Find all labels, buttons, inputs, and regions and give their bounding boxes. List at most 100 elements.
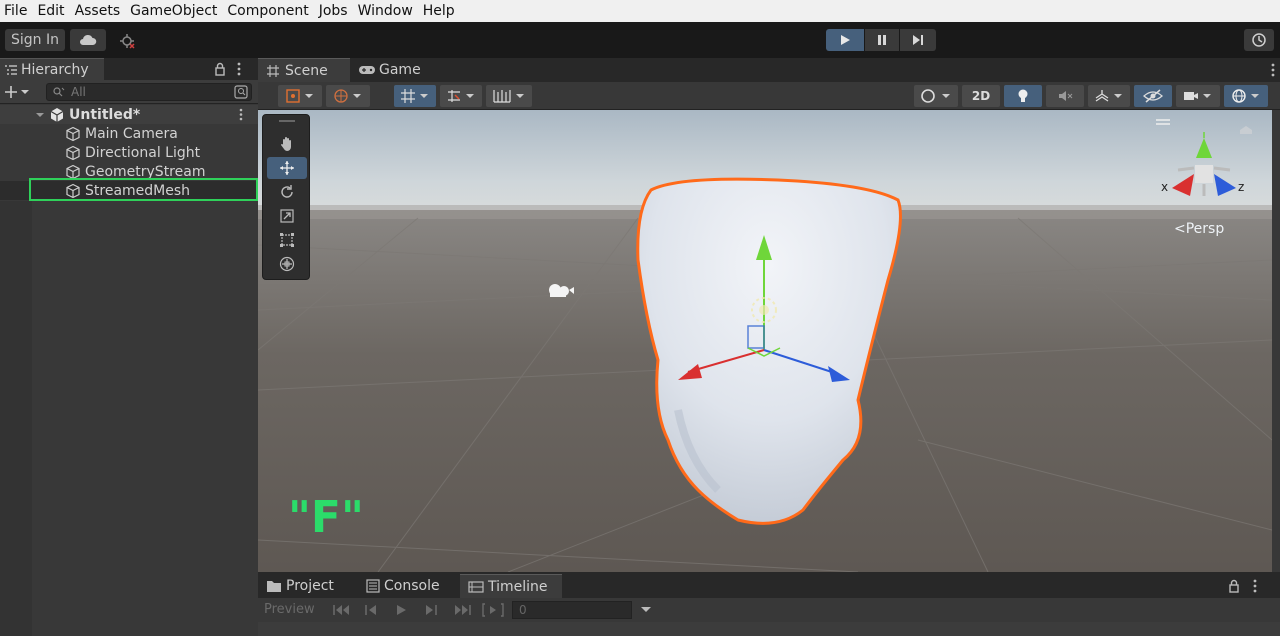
hierarchy-panel: Hierarchy All Untitled* Main Camera Dire… — [0, 58, 258, 636]
menu-edit[interactable]: Edit — [32, 0, 69, 22]
grid-snap-toggle[interactable] — [394, 85, 436, 107]
menu-component[interactable]: Component — [222, 0, 313, 22]
cloud-icon — [80, 34, 97, 45]
gameobject-cube-icon — [66, 145, 80, 160]
menu-window[interactable]: Window — [353, 0, 418, 22]
tab-console-label: Console — [384, 578, 440, 594]
pause-icon — [878, 35, 886, 45]
scene-name: Untitled* — [69, 106, 141, 123]
axis-z-label: z — [1238, 180, 1245, 194]
tool-handle-dropdown[interactable] — [278, 85, 322, 107]
step-button[interactable] — [900, 29, 936, 51]
rect-tool-button[interactable] — [267, 229, 307, 251]
lock-icon[interactable] — [214, 62, 226, 80]
camera-dropdown[interactable] — [1176, 85, 1220, 107]
pause-button[interactable] — [865, 29, 899, 51]
search-icon — [53, 87, 65, 97]
kebab-menu-icon[interactable] — [238, 107, 244, 122]
tab-game[interactable]: Game — [358, 58, 428, 82]
ruler-icon — [493, 90, 524, 103]
audio-toggle[interactable] — [1046, 85, 1084, 107]
next-frame-icon[interactable] — [424, 603, 438, 617]
plus-icon — [5, 86, 29, 98]
move-tool-button[interactable] — [267, 157, 307, 179]
lighting-toggle[interactable] — [1004, 85, 1042, 107]
axis-x-label: x — [1161, 180, 1169, 194]
prev-frame-icon[interactable] — [364, 603, 378, 617]
gizmos-dropdown[interactable] — [1224, 85, 1268, 107]
globe-icon — [334, 89, 361, 103]
transform-tool-button[interactable] — [267, 253, 307, 275]
lock-icon[interactable] — [1228, 579, 1240, 597]
effects-dropdown[interactable] — [1088, 85, 1130, 107]
last-frame-icon[interactable] — [452, 603, 472, 617]
menu-jobs[interactable]: Jobs — [314, 0, 353, 22]
gizmo-globe-icon — [1232, 89, 1259, 103]
scale-tool-button[interactable] — [267, 205, 307, 227]
history-button[interactable] — [1244, 29, 1274, 51]
chevron-down-icon[interactable] — [640, 606, 652, 614]
ruler-dropdown[interactable] — [486, 85, 532, 107]
highlight-box — [29, 178, 258, 201]
item-label: Main Camera — [85, 125, 178, 142]
play-icon — [841, 35, 850, 45]
hierarchy-item-directional-light[interactable]: Directional Light — [0, 143, 258, 162]
timeline-icon — [468, 580, 484, 593]
menu-file[interactable]: File — [0, 0, 32, 22]
kebab-menu-icon[interactable] — [1252, 578, 1258, 598]
perspective-label[interactable]: <Persp — [1174, 221, 1224, 237]
scene-visibility-toggle[interactable] — [1134, 85, 1172, 107]
hierarchy-item-main-camera[interactable]: Main Camera — [0, 124, 258, 143]
scene-render — [258, 110, 1272, 572]
search-scope-icon[interactable] — [234, 85, 248, 103]
hand-icon — [281, 137, 291, 151]
tools-overlay — [262, 114, 310, 280]
preview-button[interactable]: Preview — [264, 602, 315, 617]
rect-tool-icon — [286, 89, 313, 103]
tab-hierarchy[interactable]: Hierarchy — [0, 58, 104, 80]
key-hint-label: "F" — [288, 492, 364, 543]
play-button[interactable] — [826, 29, 864, 51]
menu-help[interactable]: Help — [418, 0, 460, 22]
menu-gameobject[interactable]: GameObject — [125, 0, 222, 22]
tab-timeline[interactable]: Timeline — [460, 574, 562, 598]
menu-assets[interactable]: Assets — [70, 0, 126, 22]
first-frame-icon[interactable] — [332, 603, 352, 617]
rect-transform-icon — [280, 233, 294, 247]
frame-field[interactable]: 0 — [512, 601, 632, 619]
hierarchy-search-input[interactable]: All — [46, 83, 252, 101]
play-timeline-icon[interactable] — [394, 603, 408, 617]
tab-project[interactable]: Project — [266, 574, 334, 598]
step-icon — [913, 35, 923, 45]
camera-icon — [1184, 92, 1211, 100]
eye-hidden-icon — [1143, 89, 1163, 103]
kebab-menu-icon[interactable] — [1270, 62, 1276, 82]
increment-snap-toggle[interactable] — [440, 85, 482, 107]
speaker-mute-icon — [1059, 91, 1073, 101]
cloud-button[interactable] — [70, 29, 106, 51]
list-icon — [5, 64, 17, 75]
tab-game-label: Game — [379, 62, 421, 78]
gamepad-icon — [359, 66, 375, 74]
collab-icon[interactable] — [118, 32, 136, 50]
shading-dropdown[interactable] — [914, 85, 958, 107]
kebab-menu-icon[interactable] — [236, 61, 242, 81]
scene-toolbar: 2D — [258, 82, 1280, 110]
global-dropdown[interactable] — [326, 85, 370, 107]
tab-scene[interactable]: Scene — [258, 58, 350, 82]
tab-console[interactable]: Console — [366, 574, 440, 598]
main-toolbar: Sign In — [0, 22, 1280, 58]
lightbulb-icon — [1018, 89, 1028, 102]
hand-tool-button[interactable] — [267, 133, 307, 155]
2d-toggle[interactable]: 2D — [962, 85, 1000, 107]
sign-in-button[interactable]: Sign In — [5, 29, 65, 51]
history-icon — [1252, 33, 1266, 47]
scene-viewport[interactable]: x z <Persp "F" — [258, 110, 1272, 572]
tab-scene-label: Scene — [285, 62, 328, 79]
grid-snap-icon — [401, 89, 428, 103]
play-range-icon[interactable] — [482, 602, 504, 618]
tab-project-label: Project — [286, 578, 334, 594]
rotate-tool-button[interactable] — [267, 181, 307, 203]
add-dropdown-button[interactable] — [4, 84, 34, 104]
scene-row[interactable]: Untitled* — [0, 105, 258, 124]
